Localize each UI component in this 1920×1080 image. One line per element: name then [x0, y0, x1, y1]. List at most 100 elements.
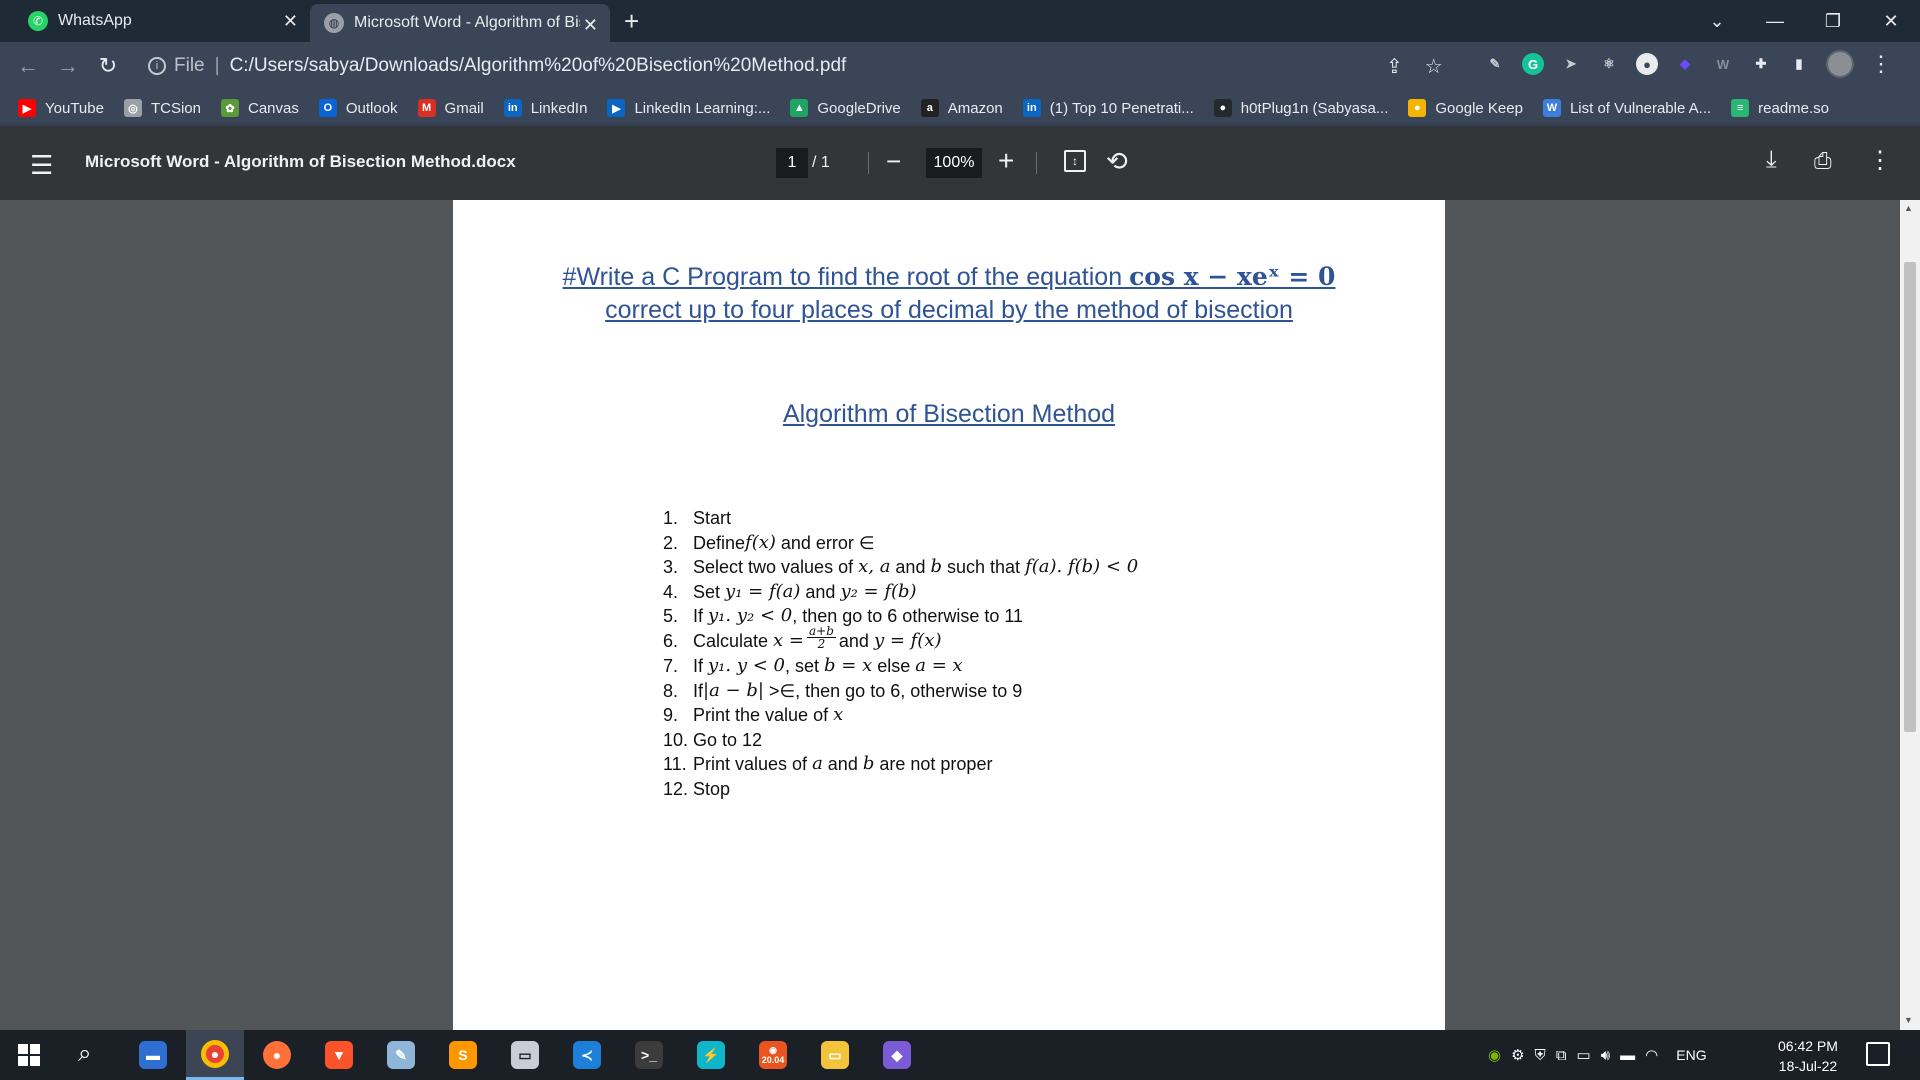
fit-page-icon[interactable]: ↕ [1064, 150, 1086, 172]
sublime-text-icon[interactable]: S [434, 1030, 492, 1080]
ghost-extension-icon[interactable]: ● [1636, 53, 1658, 75]
security-shield-icon[interactable]: ⛨ [1535, 1047, 1546, 1064]
tab-word-pdf[interactable]: ◍ Microsoft Word - Algorithm of Bisectio… [310, 4, 610, 42]
wifi-icon[interactable]: ◠ [1645, 1046, 1658, 1064]
bookmark-item[interactable]: ● Google Keep [1408, 99, 1523, 117]
language-indicator[interactable]: ENG [1676, 1047, 1706, 1063]
menu-icon[interactable]: ☰ [30, 150, 53, 181]
side-panel-icon[interactable]: ▮ [1788, 53, 1810, 75]
bookmark-item[interactable]: ▲ GoogleDrive [790, 99, 901, 117]
new-tab-button[interactable]: + [624, 6, 639, 37]
grammarly-icon[interactable]: G [1522, 53, 1544, 75]
zoom-input[interactable]: 100% [926, 148, 982, 178]
network-icon[interactable]: ▭ [1577, 1046, 1591, 1064]
bookmark-item[interactable]: W List of Vulnerable A... [1542, 99, 1712, 117]
windows-taskbar: ⌕ ▬ ● ● ▼ ✎ S ▭ ≺ >_ ⚡ ◉ 20.04 ▭ ◆ ◉ ⚙ ⛨ … [0, 1030, 1920, 1080]
close-icon[interactable]: ✕ [283, 11, 298, 32]
proton-extension-icon[interactable]: ◆ [1674, 53, 1696, 75]
pdf-viewer[interactable]: #Write a C Program to find the root of t… [0, 200, 1900, 1030]
tab-whatsapp[interactable]: ✆ WhatsApp ✕ [14, 0, 310, 42]
restore-icon[interactable]: ❐ [1804, 11, 1862, 32]
zoom-in-button[interactable]: + [998, 145, 1014, 177]
file-explorer-icon[interactable]: ▭ [806, 1030, 864, 1080]
close-icon[interactable]: ✕ [583, 15, 598, 36]
step-text: Calculate [693, 630, 774, 651]
list-item: 4. Set y₁ = f(a) and y₂ = f(b) [663, 580, 1138, 605]
react-devtools-icon[interactable]: ⚛ [1598, 53, 1620, 75]
chrome-icon[interactable]: ● [186, 1030, 244, 1080]
battery-icon[interactable]: ▬ [1620, 1047, 1635, 1064]
system-clock[interactable]: 06:42 PM 18-Jul-22 [1778, 1036, 1838, 1076]
back-icon[interactable]: ← [8, 53, 48, 79]
minimize-icon[interactable]: — [1746, 11, 1804, 32]
bookmark-item[interactable]: ● h0tPlug1n (Sabyasa... [1213, 99, 1389, 117]
bookmark-star-icon[interactable]: ☆ [1425, 54, 1443, 79]
pen-extension-icon[interactable]: ✎ [1484, 53, 1506, 75]
download-icon[interactable]: ⤓ [1766, 146, 1777, 174]
bookmark-label: GoogleDrive [817, 99, 901, 117]
notepad-icon[interactable]: ✎ [372, 1030, 430, 1080]
url-text[interactable]: C:/Users/sabya/Downloads/Algorithm%20of%… [230, 55, 847, 77]
list-item: 2. Define f(x) and error ∈ [663, 531, 1138, 556]
devices-icon[interactable]: ▭ [496, 1030, 554, 1080]
url-scheme: File [174, 55, 205, 76]
desktop-app-icon[interactable]: ▬ [124, 1030, 182, 1080]
firefox-icon[interactable]: ● [248, 1030, 306, 1080]
info-icon[interactable]: i [148, 57, 166, 75]
print-icon[interactable]: ⎙ [1814, 148, 1832, 174]
step-text: , set [785, 655, 825, 676]
rotate-icon[interactable]: ⟲ [1106, 146, 1128, 177]
browser-toolbar: ← → ↻ i File | C:/Users/sabya/Downloads/… [0, 42, 1920, 90]
forward-icon[interactable]: → [48, 53, 88, 79]
reload-icon[interactable]: ↻ [88, 53, 128, 79]
windows-start-icon[interactable] [18, 1044, 40, 1066]
heading-equation: cos x − xeˣ = 0 [1129, 262, 1336, 291]
bookmark-label: List of Vulnerable A... [1569, 99, 1712, 117]
scroll-down-icon[interactable]: ▼ [1904, 1015, 1913, 1025]
bookmark-item[interactable]: ≡ readme.so [1731, 99, 1829, 117]
bookmark-item[interactable]: ▶ LinkedIn Learning:... [607, 99, 770, 117]
bookmark-item[interactable]: in (1) Top 10 Penetrati... [1022, 99, 1194, 117]
bookmark-item[interactable]: M Gmail [417, 99, 484, 117]
scroll-up-icon[interactable]: ▲ [1904, 203, 1913, 213]
profile-avatar[interactable] [1826, 50, 1854, 78]
steam-icon[interactable]: ⚙ [1511, 1046, 1524, 1064]
browser-menu-icon[interactable]: ⋮ [1870, 51, 1892, 77]
bookmark-item[interactable]: a Amazon [920, 99, 1003, 117]
page-number-input[interactable]: 1 [776, 148, 808, 178]
zoom-out-button[interactable]: − [886, 146, 901, 177]
search-icon[interactable]: ⌕ [78, 1040, 91, 1068]
step-text: else [872, 655, 916, 676]
bookmark-item[interactable]: ◎ TCSion [123, 99, 201, 117]
extensions-puzzle-icon[interactable]: ✚ [1750, 53, 1772, 75]
more-options-icon[interactable]: ⋮ [1868, 146, 1892, 175]
address-bar[interactable]: i File | C:/Users/sabya/Downloads/Algori… [140, 48, 1440, 84]
bookmark-item[interactable]: ✿ Canvas [220, 99, 299, 117]
nvidia-icon[interactable]: ◉ [1488, 1046, 1501, 1064]
tab-search-icon[interactable]: ⌄ [1688, 11, 1746, 32]
scrollbar-thumb[interactable] [1904, 262, 1916, 732]
volume-icon[interactable]: 🔊︎ [1601, 1047, 1610, 1064]
cursor-extension-icon[interactable]: ➤ [1560, 53, 1582, 75]
meet-now-icon[interactable]: ⧉ [1556, 1047, 1567, 1064]
brave-icon[interactable]: ▼ [310, 1030, 368, 1080]
bookmark-item[interactable]: in LinkedIn [503, 99, 587, 117]
notification-center-icon[interactable] [1866, 1042, 1890, 1066]
bookmark-favicon-icon: ✿ [220, 99, 239, 117]
wordpress-extension-icon[interactable]: W [1712, 53, 1734, 75]
step-number: 7. [663, 655, 679, 676]
ubuntu-icon[interactable]: ◉ 20.04 [744, 1030, 802, 1080]
power-automate-icon[interactable]: ⚡ [682, 1030, 740, 1080]
terminal-icon[interactable]: >_ [620, 1030, 678, 1080]
close-window-icon[interactable]: ✕ [1862, 11, 1920, 32]
bookmark-item[interactable]: ▶ YouTube [18, 99, 104, 117]
bookmark-label: h0tPlug1n (Sabyasa... [1240, 99, 1389, 117]
share-icon[interactable]: ⇪ [1386, 54, 1403, 79]
bookmark-label: Amazon [947, 99, 1003, 117]
step-text: Define [693, 532, 746, 553]
step-number: 10. [663, 729, 689, 750]
vscode-icon[interactable]: ≺ [558, 1030, 616, 1080]
bookmark-item[interactable]: O Outlook [318, 99, 398, 117]
bookmark-label: (1) Top 10 Penetrati... [1049, 99, 1194, 117]
obsidian-icon[interactable]: ◆ [868, 1030, 926, 1080]
